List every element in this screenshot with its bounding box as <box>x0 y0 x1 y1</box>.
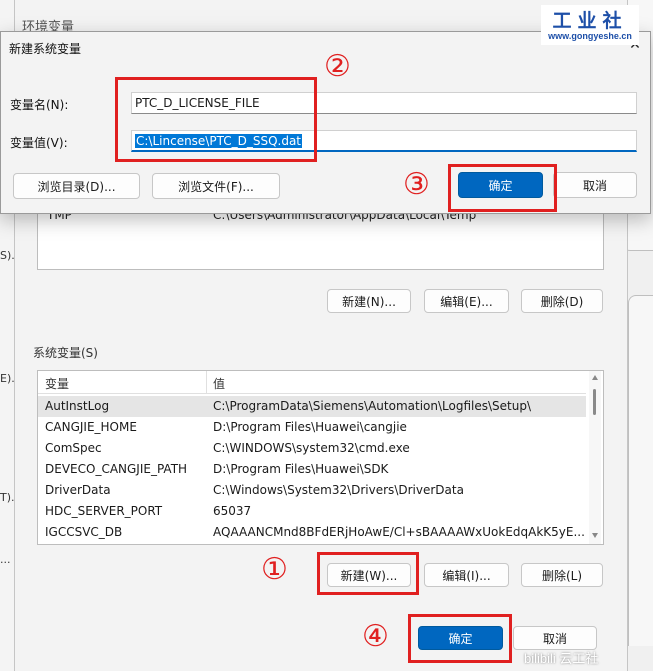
logo-url: www.gongyeshe.cn <box>548 31 632 41</box>
annotation-box <box>115 77 317 162</box>
row-var-name: HDC_SERVER_PORT <box>45 504 163 518</box>
background-panel <box>628 295 653 646</box>
dialog-title: 新建系统变量 <box>9 42 82 56</box>
scroll-up-icon[interactable] <box>592 375 598 380</box>
table-scrollbar[interactable] <box>589 371 601 544</box>
row-var-name: DEVECO_CANGJIE_PATH <box>45 462 188 476</box>
annotation-box <box>408 614 512 663</box>
column-header-variable[interactable]: 变量 <box>45 375 69 392</box>
table-row[interactable]: DEVECO_CANGJIE_PATH D:\Program Files\Hua… <box>38 459 586 480</box>
row-var-value: C:\Windows\System32\Drivers\DriverData <box>213 483 464 497</box>
row-var-name: DriverData <box>45 483 111 497</box>
table-row[interactable]: IGCCSVC_DB AQAAANCMnd8BFdERjHoAwE/Cl+sBA… <box>38 522 586 543</box>
left-fragment: E). <box>0 372 14 385</box>
annotation-box <box>448 164 557 212</box>
table-row[interactable]: AutInstLog C:\ProgramData\Siemens\Automa… <box>38 396 586 417</box>
annotation-number: ② <box>324 49 351 84</box>
site-logo: 工业社 www.gongyeshe.cn <box>541 5 639 45</box>
variable-name-label: 变量名(N): <box>10 98 69 112</box>
annotation-number: ④ <box>362 619 389 654</box>
user-new-button[interactable]: 新建(N)... <box>327 289 411 313</box>
user-edit-button[interactable]: 编辑(E)... <box>424 289 509 313</box>
dialog-cancel-button[interactable]: 取消 <box>553 172 637 198</box>
table-row[interactable]: ComSpec C:\WINDOWS\system32\cmd.exe <box>38 438 586 459</box>
system-variables-label: 系统变量(S) <box>33 346 98 360</box>
row-var-value: AQAAANCMnd8BFdERjHoAwE/Cl+sBAAAAWxUokEdq… <box>213 525 585 539</box>
column-header-value[interactable]: 值 <box>213 375 225 392</box>
left-fragment: S). <box>0 249 14 262</box>
browse-file-button[interactable]: 浏览文件(F)... <box>152 173 280 199</box>
row-var-value: D:\Program Files\Huawei\cangjie <box>213 420 407 434</box>
system-edit-button[interactable]: 编辑(I)... <box>424 563 509 587</box>
annotation-number: ③ <box>403 167 430 202</box>
bottom-watermark: bilibili 云工社 <box>524 651 599 666</box>
left-fragment: ... <box>0 553 11 566</box>
system-variables-table[interactable]: 变量 值 AutInstLog C:\ProgramData\Siemens\A… <box>37 370 604 545</box>
annotation-number: ① <box>261 552 288 587</box>
browse-directory-button[interactable]: 浏览目录(D)... <box>13 173 140 199</box>
user-delete-button[interactable]: 删除(D) <box>521 289 603 313</box>
row-var-value: C:\WINDOWS\system32\cmd.exe <box>213 441 410 455</box>
column-divider <box>206 371 207 393</box>
table-row[interactable]: DriverData C:\Windows\System32\Drivers\D… <box>38 480 586 501</box>
table-row[interactable]: CANGJIE_HOME D:\Program Files\Huawei\can… <box>38 417 586 438</box>
row-var-value: 65037 <box>213 504 252 518</box>
table-header: 变量 值 <box>38 371 586 394</box>
scrollbar-thumb[interactable] <box>593 389 596 415</box>
logo-text: 工业社 <box>552 10 628 32</box>
annotation-box <box>317 552 419 595</box>
system-delete-button[interactable]: 删除(L) <box>521 563 603 587</box>
row-var-value: D:\Program Files\Huawei\SDK <box>213 462 389 476</box>
row-var-name: CANGJIE_HOME <box>45 420 137 434</box>
table-row[interactable]: HDC_SERVER_PORT 65037 <box>38 501 586 522</box>
variable-value-label: 变量值(V): <box>10 136 68 150</box>
env-cancel-button[interactable]: 取消 <box>513 626 597 650</box>
row-var-name: IGCCSVC_DB <box>45 525 123 539</box>
row-var-name: ComSpec <box>45 441 102 455</box>
row-var-name: AutInstLog <box>45 399 110 413</box>
row-var-value: C:\ProgramData\Siemens\Automation\Logfil… <box>213 399 532 413</box>
left-fragment: T). <box>0 491 14 504</box>
scroll-down-icon[interactable] <box>592 533 598 538</box>
